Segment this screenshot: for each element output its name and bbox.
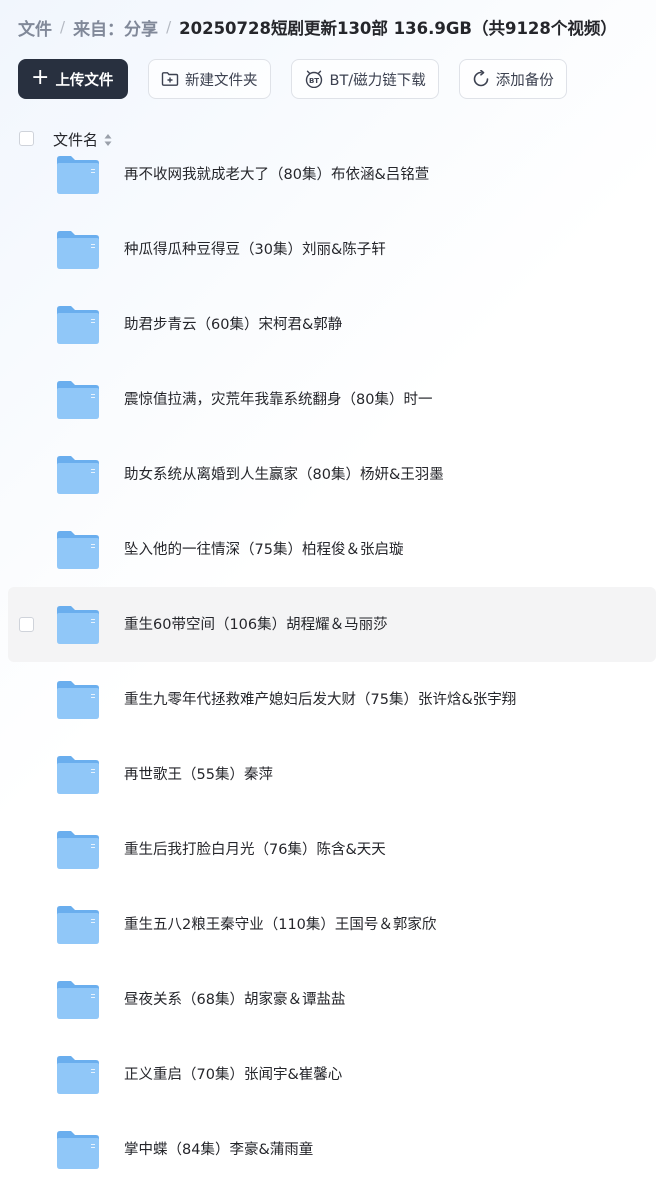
file-name: 震惊值拉满，灾荒年我靠系统翻身（80集）时一 xyxy=(124,392,433,408)
folder-icon xyxy=(57,1131,99,1169)
file-name: 重生九零年代拯救难产媳妇后发大财（75集）张许焓&张宇翔 xyxy=(124,692,517,708)
file-row-5[interactable]: 助女系统从离婚到人生赢家（80集）杨妍&王羽墨 xyxy=(8,437,656,512)
file-row-1[interactable]: 再不收网我就成老大了（80集）布依涵&吕铭萱 xyxy=(8,137,656,212)
file-name: 再世歌王（55集）秦萍 xyxy=(124,767,273,783)
folder-icon xyxy=(57,306,99,344)
file-row-8[interactable]: 重生九零年代拯救难产媳妇后发大财（75集）张许焓&张宇翔 xyxy=(8,662,656,737)
folder-icon xyxy=(57,156,99,194)
file-row-7[interactable]: 重生60带空间（106集）胡程耀＆马丽莎 xyxy=(8,587,656,662)
folder-icon xyxy=(57,381,99,419)
breadcrumb: 文件 / 来自：分享 / 20250728短剧更新130部 136.9GB（共9… xyxy=(18,14,617,40)
bt-download-button-label: BT/磁力链下载 xyxy=(329,72,426,89)
folder-plus-icon xyxy=(161,72,179,86)
folder-icon xyxy=(57,906,99,944)
breadcrumb-root[interactable]: 文件 xyxy=(18,15,52,40)
file-name: 重生后我打脸白月光（76集）陈含&天天 xyxy=(124,842,386,858)
folder-icon xyxy=(57,456,99,494)
folder-icon xyxy=(57,756,99,794)
file-list: 再不收网我就成老大了（80集）布依涵&吕铭萱 种瓜得瓜种豆得豆（30集）刘丽&陈… xyxy=(8,137,656,1187)
add-backup-button[interactable]: 添加备份 xyxy=(458,59,567,99)
upload-button[interactable]: + 上传文件 xyxy=(18,59,128,99)
sync-icon xyxy=(473,70,489,87)
file-row-2[interactable]: 种瓜得瓜种豆得豆（30集）刘丽&陈子轩 xyxy=(8,212,656,287)
file-name: 重生五八2粮王秦守业（110集）王国号＆郭家欣 xyxy=(124,917,437,933)
file-row-3[interactable]: 助君步青云（60集）宋柯君&郭静 xyxy=(8,287,656,362)
file-browser-page: 文件 / 来自：分享 / 20250728短剧更新130部 136.9GB（共9… xyxy=(0,0,656,1188)
breadcrumb-shared[interactable]: 来自：分享 xyxy=(73,15,158,40)
file-name: 助女系统从离婚到人生赢家（80集）杨妍&王羽墨 xyxy=(124,467,444,483)
file-name: 掌中蝶（84集）李豪&蒲雨童 xyxy=(124,1142,314,1158)
row-checkbox[interactable] xyxy=(19,617,34,632)
folder-icon xyxy=(57,1056,99,1094)
file-row-4[interactable]: 震惊值拉满，灾荒年我靠系统翻身（80集）时一 xyxy=(8,362,656,437)
file-row-10[interactable]: 重生后我打脸白月光（76集）陈含&天天 xyxy=(8,812,656,887)
file-name: 昼夜关系（68集）胡家豪＆谭盐盐 xyxy=(124,992,346,1008)
folder-icon xyxy=(57,531,99,569)
file-row-6[interactable]: 坠入他的一往情深（75集）柏程俊＆张启璇 xyxy=(8,512,656,587)
svg-text:BT: BT xyxy=(308,77,318,85)
file-row-11[interactable]: 重生五八2粮王秦守业（110集）王国号＆郭家欣 xyxy=(8,887,656,962)
add-backup-button-label: 添加备份 xyxy=(495,72,554,89)
folder-icon xyxy=(57,606,99,644)
file-row-13[interactable]: 正义重启（70集）张闻宇&崔馨心 xyxy=(8,1037,656,1112)
bt-download-button[interactable]: BT BT/磁力链下载 xyxy=(290,59,439,99)
breadcrumb-separator: / xyxy=(166,18,172,36)
file-name: 坠入他的一往情深（75集）柏程俊＆张启璇 xyxy=(124,542,404,558)
file-name: 正义重启（70集）张闻宇&崔馨心 xyxy=(124,1067,343,1083)
plus-icon: + xyxy=(31,65,50,90)
folder-icon xyxy=(57,231,99,269)
file-row-14[interactable]: 掌中蝶（84集）李豪&蒲雨童 xyxy=(8,1112,656,1187)
folder-icon xyxy=(57,831,99,869)
breadcrumb-current-folder: 20250728短剧更新130部 136.9GB（共9128个视频） xyxy=(179,19,617,38)
folder-icon xyxy=(57,981,99,1019)
folder-icon xyxy=(57,681,99,719)
toolbar: + 上传文件 新建文件夹 BT BT/磁力链下载 添加备份 xyxy=(18,59,567,99)
file-name: 助君步青云（60集）宋柯君&郭静 xyxy=(124,317,343,333)
bt-icon: BT xyxy=(305,70,322,88)
file-row-12[interactable]: 昼夜关系（68集）胡家豪＆谭盐盐 xyxy=(8,962,656,1037)
file-name: 重生60带空间（106集）胡程耀＆马丽莎 xyxy=(124,617,388,633)
file-name: 再不收网我就成老大了（80集）布依涵&吕铭萱 xyxy=(124,167,430,183)
upload-button-label: 上传文件 xyxy=(55,72,114,89)
breadcrumb-separator: / xyxy=(60,18,66,36)
new-folder-button-label: 新建文件夹 xyxy=(185,72,258,89)
new-folder-button[interactable]: 新建文件夹 xyxy=(148,59,271,99)
file-row-9[interactable]: 再世歌王（55集）秦萍 xyxy=(8,737,656,812)
file-name: 种瓜得瓜种豆得豆（30集）刘丽&陈子轩 xyxy=(124,242,386,258)
